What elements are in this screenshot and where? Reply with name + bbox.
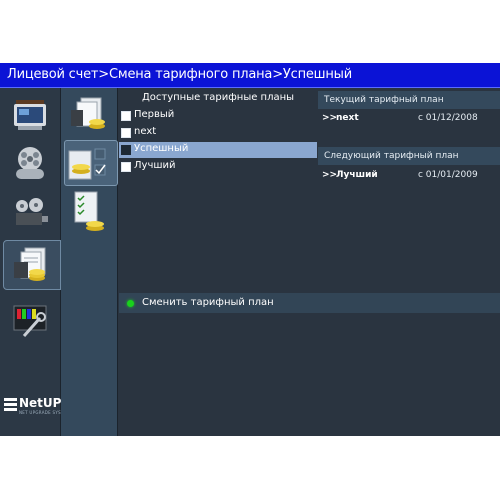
next-plan-title: Следующий тарифный план xyxy=(324,151,459,161)
plan-item-first[interactable]: Первый xyxy=(119,108,317,124)
current-plan-row: >> next с 01/12/2008 xyxy=(318,112,500,126)
checklist-coins-icon xyxy=(68,148,106,180)
plan-checkbox[interactable] xyxy=(121,162,131,172)
plan-label: Успешный xyxy=(134,143,189,154)
plan-checkbox[interactable] xyxy=(121,128,131,138)
current-plan-title: Текущий тарифный план xyxy=(324,95,444,105)
change-plan-label: Сменить тарифный план xyxy=(142,297,274,308)
sidebar-item-account[interactable] xyxy=(3,240,61,290)
film-reels-icon xyxy=(16,147,44,179)
subnav-item-change-plan[interactable] xyxy=(64,140,118,186)
netup-logo: NetUP NET UPGRADE SYSTEMS xyxy=(4,396,73,418)
next-plan-row: >> Лучший с 01/01/2009 xyxy=(318,169,500,183)
sidebar-item-cinema[interactable] xyxy=(2,190,58,238)
checklist-plan-icon xyxy=(74,191,104,231)
sidebar-item-tools[interactable] xyxy=(2,298,58,346)
plan-item-successful[interactable]: Успешный xyxy=(119,142,317,158)
subnav-item-checklist[interactable] xyxy=(67,190,113,232)
plan-label: Первый xyxy=(134,109,175,120)
sidebar-item-video[interactable] xyxy=(2,140,58,188)
plan-info-panel: Текущий тарифный план >> next с 01/12/20… xyxy=(318,88,500,436)
logo-text: NetUP xyxy=(19,396,62,410)
sub-navigation xyxy=(61,88,118,436)
breadcrumb: Лицевой счет>Смена тарифного плана>Успеш… xyxy=(7,67,352,82)
projector-icon xyxy=(16,198,48,225)
documents-coins-icon xyxy=(71,97,105,129)
current-plan-date: с 01/12/2008 xyxy=(418,113,478,123)
breadcrumb-bar: Лицевой счет>Смена тарифного плана>Успеш… xyxy=(0,63,500,88)
arrow-marker: >> xyxy=(322,170,338,180)
tv-icon xyxy=(14,100,46,130)
current-plan-name: next xyxy=(336,113,359,123)
arrow-marker: >> xyxy=(322,113,338,123)
next-plan-header: Следующий тарифный план xyxy=(318,147,500,165)
next-plan-name: Лучший xyxy=(336,170,378,180)
plan-checkbox[interactable] xyxy=(121,111,131,121)
available-plans-header: Доступные тарифные планы xyxy=(141,92,295,103)
next-plan-date: с 01/01/2009 xyxy=(418,170,478,180)
status-dot-icon xyxy=(127,300,134,307)
subnav-item-documents[interactable] xyxy=(67,94,113,136)
documents-coins-icon xyxy=(14,247,46,281)
app-screen: Лицевой счет>Смена тарифного плана>Успеш… xyxy=(0,63,500,436)
plan-label: Лучший xyxy=(134,160,176,171)
sidebar-item-tv[interactable] xyxy=(2,92,58,140)
main-sidebar: NetUP NET UPGRADE SYSTEMS xyxy=(0,88,73,436)
plan-item-next[interactable]: next xyxy=(119,125,317,141)
current-plan-header: Текущий тарифный план xyxy=(318,91,500,109)
change-plan-button[interactable]: Сменить тарифный план xyxy=(119,293,500,313)
tools-screen-icon xyxy=(13,305,47,337)
plan-item-best[interactable]: Лучший xyxy=(119,159,317,175)
plan-checkbox[interactable] xyxy=(121,145,131,155)
plan-label: next xyxy=(134,126,157,137)
netup-logo-mark-icon xyxy=(4,398,17,411)
